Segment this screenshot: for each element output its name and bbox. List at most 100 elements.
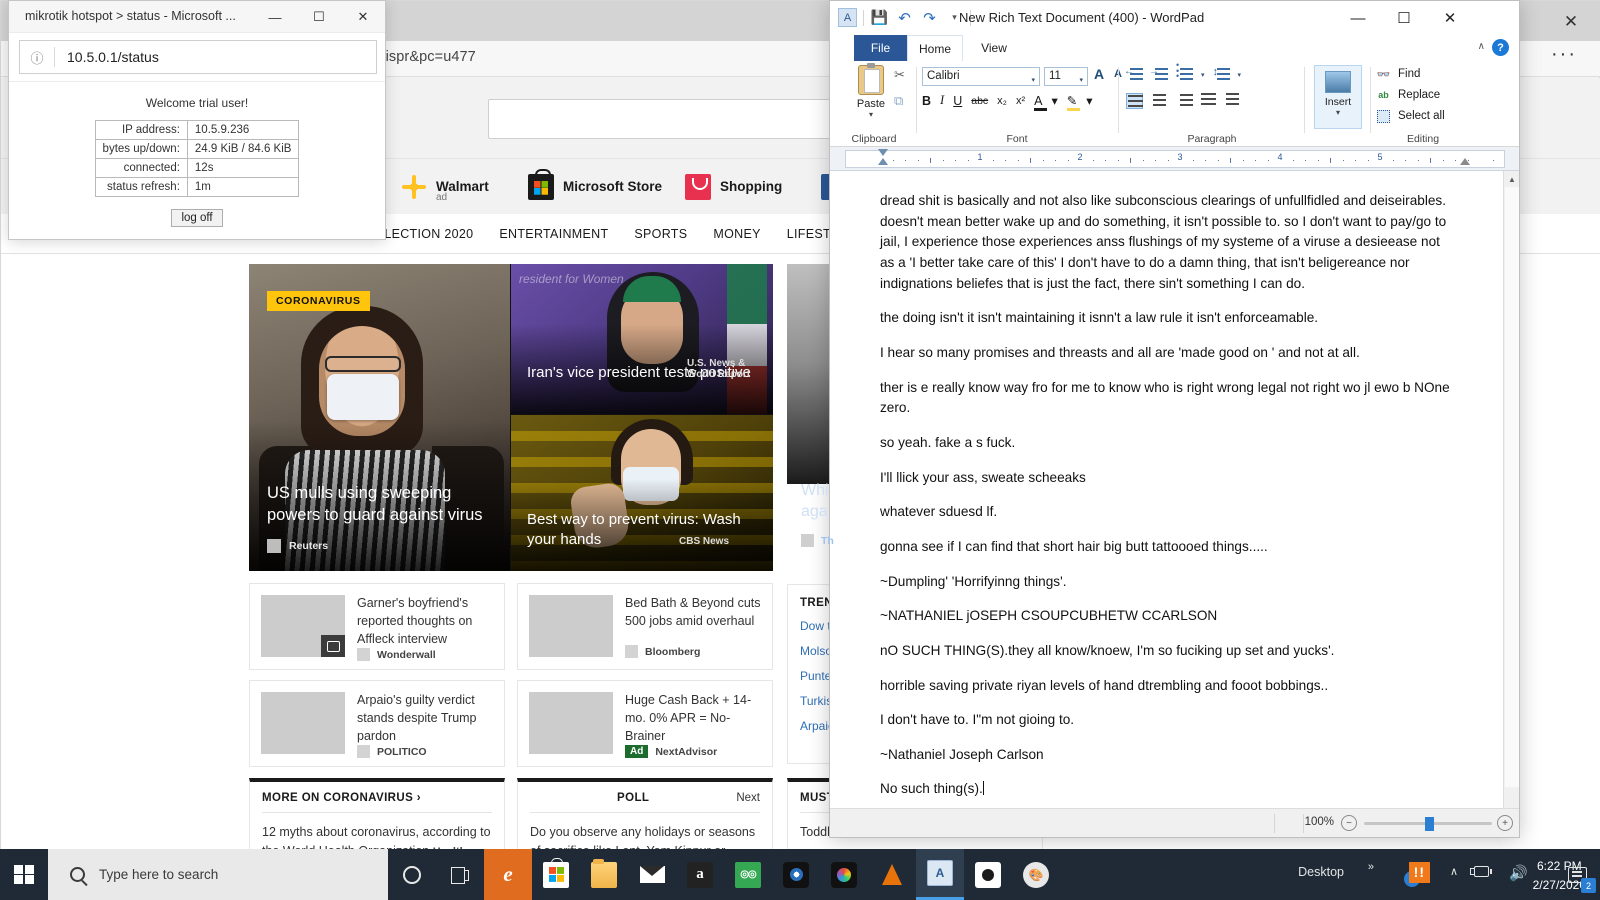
bullet-list-icon[interactable]: [1176, 63, 1193, 83]
font-size-select[interactable]: 11 ▾: [1044, 67, 1088, 86]
align-left-icon[interactable]: [1126, 93, 1143, 109]
volume-icon[interactable]: 🔊: [1509, 864, 1528, 882]
news-card[interactable]: Garner's boyfriend's reported thoughts o…: [249, 583, 505, 670]
chevron-down-icon[interactable]: ▾: [1238, 71, 1242, 79]
taskbar-app-wordpad[interactable]: A: [916, 849, 964, 900]
align-justify-icon[interactable]: [1201, 93, 1218, 109]
align-right-icon[interactable]: [1176, 93, 1193, 109]
document-vertical-scrollbar[interactable]: ▲ ▼: [1503, 171, 1519, 825]
chevron-down-icon[interactable]: ▾: [848, 110, 894, 119]
chevron-down-icon[interactable]: ▾: [1051, 93, 1057, 108]
news-card[interactable]: Arpaio's guilty verdict stands despite T…: [249, 680, 505, 767]
zoom-in-button[interactable]: +: [1497, 815, 1513, 831]
paragraph-settings-icon[interactable]: [1226, 93, 1243, 109]
hero-top-right-card[interactable]: resident for Women Iran's vice president…: [511, 264, 773, 414]
select-all-button[interactable]: Select all: [1376, 109, 1445, 123]
wordpad-titlebar[interactable]: A 💾 ↶ ↶ ▾ New Rich Text Document (400) -…: [830, 1, 1519, 35]
edge-more-menu-icon[interactable]: ···: [1551, 43, 1577, 66]
help-icon[interactable]: ?: [1492, 39, 1509, 56]
redo-icon[interactable]: ↶: [920, 8, 939, 27]
mikrotik-address-bar[interactable]: ⓘ 10.5.0.1/status: [19, 40, 377, 74]
nav-item-entertainment[interactable]: ENTERTAINMENT: [499, 227, 608, 241]
superscript-button[interactable]: x²: [1016, 95, 1025, 107]
align-center-icon[interactable]: [1151, 93, 1168, 109]
cut-icon[interactable]: ✂: [894, 67, 905, 83]
news-card[interactable]: Bed Bath & Beyond cuts 500 jobs amid ove…: [517, 583, 773, 670]
notification-center-button[interactable]: 2: [1554, 849, 1600, 900]
cortana-button[interactable]: [388, 849, 436, 900]
taskbar-app-store[interactable]: [532, 849, 580, 900]
taskbar-app-vlc[interactable]: [868, 849, 916, 900]
copy-icon[interactable]: ⧉: [894, 93, 903, 109]
paste-button[interactable]: Paste ▾: [848, 63, 894, 119]
search-input[interactable]: Type here to search: [48, 849, 388, 900]
news-card-ad[interactable]: Huge Cash Back + 14-mo. 0% APR = No-Brai…: [517, 680, 773, 767]
taskbar-app-paint[interactable]: 🎨: [1012, 849, 1060, 900]
desktop-label[interactable]: Desktop: [1298, 865, 1344, 879]
document-text[interactable]: dread shit is basically and not also lik…: [880, 191, 1455, 814]
start-button[interactable]: [0, 849, 48, 900]
italic-button[interactable]: I: [940, 93, 944, 108]
find-button[interactable]: 👓 Find: [1376, 67, 1421, 81]
close-button[interactable]: ✕: [1427, 1, 1473, 35]
decrease-indent-icon[interactable]: [1124, 66, 1143, 83]
taskbar-app-edge[interactable]: e: [484, 849, 532, 900]
strikethrough-button[interactable]: abc: [971, 95, 988, 107]
taskbar-app-camera[interactable]: [964, 849, 1012, 900]
grow-font-button[interactable]: A: [1094, 66, 1104, 82]
zoom-out-button[interactable]: −: [1341, 815, 1357, 831]
highlight-button[interactable]: ✎: [1066, 93, 1081, 111]
warning-tray-icon[interactable]: !!: [1404, 862, 1430, 887]
edge-close-button[interactable]: ✕: [1551, 9, 1591, 35]
log-off-button[interactable]: log off: [171, 209, 223, 227]
right-indent-marker[interactable]: [1460, 158, 1470, 165]
battery-icon[interactable]: [1470, 866, 1492, 878]
replace-button[interactable]: ab Replace: [1376, 88, 1440, 102]
line-spacing-icon[interactable]: [1213, 66, 1230, 83]
overflow-icon[interactable]: »: [1368, 861, 1374, 873]
taskbar-app-file-explorer[interactable]: [580, 849, 628, 900]
scrollbar-thumb[interactable]: [1505, 187, 1519, 787]
taskbar-app-tripadvisor[interactable]: [724, 849, 772, 900]
maximize-button[interactable]: ☐: [297, 1, 341, 33]
mikrotik-titlebar[interactable]: mikrotik hotspot > status - Microsoft ..…: [9, 1, 385, 33]
minimize-button[interactable]: —: [1335, 1, 1381, 35]
hero-bottom-right-card[interactable]: Best way to prevent virus: Wash your han…: [511, 415, 773, 571]
chevron-down-icon[interactable]: ▾: [1315, 108, 1361, 117]
chevron-up-icon[interactable]: ∧: [1450, 865, 1458, 878]
text-color-button[interactable]: A: [1034, 94, 1048, 111]
shortcut-microsoft-store[interactable]: Microsoft Store: [528, 168, 662, 200]
maximize-button[interactable]: ☐: [1381, 1, 1427, 35]
hero-main-card[interactable]: CORONAVIRUS US mulls using sweeping powe…: [249, 264, 510, 571]
font-family-select[interactable]: Calibri ▾: [922, 67, 1040, 86]
left-indent-marker[interactable]: [878, 158, 888, 165]
nav-item-money[interactable]: MONEY: [713, 227, 760, 241]
nav-item-election[interactable]: ELECTION 2020: [376, 227, 474, 241]
underline-button[interactable]: U: [953, 94, 962, 108]
task-view-button[interactable]: [436, 849, 484, 900]
tab-home[interactable]: Home: [907, 35, 963, 61]
tab-view[interactable]: View: [971, 35, 1017, 61]
first-line-indent-marker[interactable]: [878, 149, 888, 156]
tab-file[interactable]: File: [854, 35, 907, 61]
document-icon[interactable]: A: [838, 8, 857, 27]
poll-next-button[interactable]: Next: [736, 792, 760, 804]
increase-indent-icon[interactable]: [1149, 66, 1168, 83]
save-icon[interactable]: 💾: [870, 8, 889, 27]
chevron-up-icon[interactable]: ∧: [1478, 41, 1485, 52]
undo-icon[interactable]: ↶: [895, 8, 914, 27]
bold-button[interactable]: B: [922, 94, 931, 108]
wordpad-ruler[interactable]: 1 2 3 4 5: [830, 147, 1519, 171]
subscript-button[interactable]: x₂: [997, 95, 1007, 107]
taskbar-app-mail[interactable]: [628, 849, 676, 900]
nav-item-sports[interactable]: SPORTS: [634, 227, 687, 241]
close-button[interactable]: ✕: [341, 1, 385, 33]
minimize-button[interactable]: —: [253, 1, 297, 33]
taskbar-app-camera-black[interactable]: [772, 849, 820, 900]
chevron-down-icon[interactable]: ▾: [1201, 71, 1205, 79]
panel-title[interactable]: MORE ON CORONAVIRUS ›: [262, 792, 421, 804]
taskbar-app-amazon[interactable]: a: [676, 849, 724, 900]
insert-button[interactable]: Insert ▾: [1314, 65, 1362, 129]
chevron-down-icon[interactable]: ▾: [1086, 93, 1092, 108]
taskbar-app-color-wheel[interactable]: [820, 849, 868, 900]
